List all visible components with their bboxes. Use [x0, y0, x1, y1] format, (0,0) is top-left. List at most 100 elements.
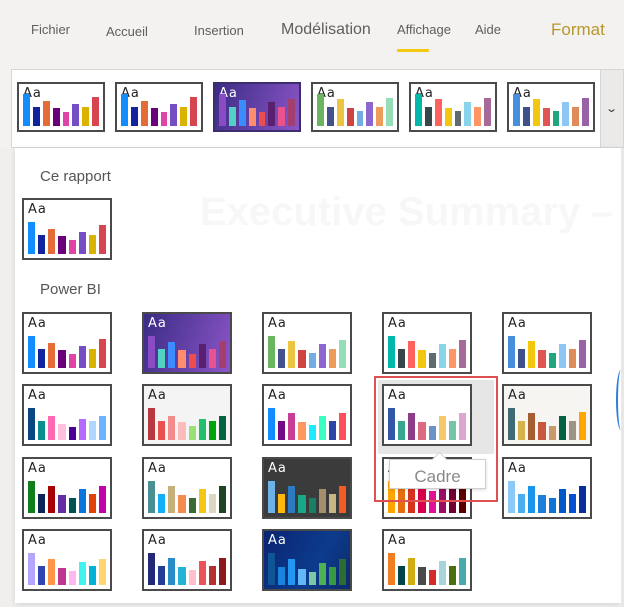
theme-this-report[interactable]: Aa — [22, 198, 112, 260]
theme-color-swatch — [78, 345, 86, 368]
theme-color-swatch — [418, 422, 426, 440]
theme-power-bi-7[interactable]: Aa — [142, 384, 232, 446]
theme-power-bi-15[interactable]: Aa — [502, 457, 592, 519]
theme-color-swatch — [408, 412, 416, 440]
theme-power-bi-13[interactable]: Aa — [262, 457, 352, 519]
theme-color-swatch — [98, 416, 106, 440]
tab-modelisation[interactable]: Modélisation — [281, 21, 371, 39]
theme-color-swatch — [328, 349, 336, 368]
theme-power-bi-11[interactable]: Aa — [22, 457, 112, 519]
theme-color-swatch — [308, 424, 316, 440]
theme-color-swatches — [388, 553, 466, 585]
theme-color-swatch — [98, 339, 106, 368]
theme-power-bi-4[interactable]: Aa — [382, 312, 472, 374]
theme-color-swatch — [398, 421, 406, 440]
theme-color-swatch — [92, 97, 99, 126]
theme-color-swatch — [568, 493, 576, 513]
theme-color-swatch — [572, 107, 580, 126]
theme-color-swatch — [428, 352, 436, 368]
strip-theme-4[interactable]: Aa — [311, 82, 399, 132]
theme-color-swatch — [190, 97, 197, 126]
theme-power-bi-16[interactable]: Aa — [22, 529, 112, 591]
theme-color-swatches — [317, 94, 393, 126]
theme-color-swatch — [42, 101, 50, 126]
theme-color-swatch — [23, 94, 30, 126]
theme-color-swatch — [158, 420, 166, 440]
theme-power-bi-17[interactable]: Aa — [142, 529, 232, 591]
theme-color-swatch — [268, 102, 276, 126]
theme-color-swatch — [268, 408, 276, 440]
theme-color-swatch — [208, 420, 216, 440]
theme-power-bi-5[interactable]: Aa — [502, 312, 592, 374]
theme-color-swatch — [398, 348, 406, 368]
theme-font-sample: Aa — [148, 533, 167, 548]
theme-color-swatch — [346, 108, 354, 126]
tab-aide[interactable]: Aide — [475, 22, 501, 37]
theme-power-bi-8[interactable]: Aa — [262, 384, 352, 446]
tab-fichier[interactable]: Fichier — [31, 22, 70, 37]
theme-power-bi-10[interactable]: Aa — [502, 384, 592, 446]
theme-color-swatch — [28, 336, 36, 368]
theme-power-bi-2[interactable]: Aa — [142, 312, 232, 374]
theme-color-swatch — [532, 98, 540, 126]
theme-power-bi-12[interactable]: Aa — [142, 457, 232, 519]
theme-color-swatch — [78, 231, 86, 254]
theme-cadre[interactable]: Aa — [382, 384, 472, 446]
tab-accueil[interactable]: Accueil — [106, 24, 148, 39]
theme-color-swatches — [508, 336, 586, 368]
theme-font-sample: Aa — [28, 388, 47, 403]
theme-color-swatch — [228, 107, 236, 126]
tab-format[interactable]: Format — [551, 20, 605, 40]
theme-color-swatch — [318, 416, 326, 440]
tab-insertion[interactable]: Insertion — [194, 23, 244, 38]
theme-color-swatch — [88, 493, 96, 513]
theme-color-swatch — [508, 408, 516, 440]
active-tab-indicator — [397, 49, 429, 52]
theme-color-swatch — [338, 412, 346, 440]
theme-color-swatch — [428, 569, 436, 585]
theme-power-bi-6[interactable]: Aa — [22, 384, 112, 446]
theme-color-swatch — [288, 98, 295, 126]
theme-power-bi-3[interactable]: Aa — [262, 312, 352, 374]
theme-font-sample: Aa — [508, 316, 527, 331]
strip-theme-2[interactable]: Aa — [115, 82, 203, 132]
theme-color-swatches — [219, 94, 295, 126]
tab-affichage[interactable]: Affichage — [397, 22, 451, 37]
theme-power-bi-1[interactable]: Aa — [22, 312, 112, 374]
theme-color-swatch — [578, 485, 586, 513]
theme-font-sample: Aa — [268, 316, 287, 331]
theme-color-swatch — [258, 111, 266, 126]
theme-color-swatch — [198, 561, 206, 585]
theme-font-sample: Aa — [28, 316, 47, 331]
theme-font-sample: Aa — [268, 533, 287, 548]
theme-power-bi-18[interactable]: Aa — [262, 529, 352, 591]
theme-font-sample: Aa — [388, 533, 407, 548]
theme-font-sample: Aa — [28, 533, 47, 548]
theme-color-swatch — [388, 336, 396, 368]
theme-color-swatch — [434, 98, 442, 126]
strip-theme-5[interactable]: Aa — [409, 82, 497, 132]
theme-color-swatch — [513, 94, 520, 126]
theme-color-swatch — [508, 481, 516, 513]
theme-font-sample: Aa — [148, 316, 167, 331]
theme-color-swatches — [28, 222, 106, 254]
theme-color-swatch — [98, 225, 106, 254]
theme-color-swatch — [578, 411, 586, 440]
strip-theme-3[interactable]: Aa — [213, 82, 301, 132]
theme-color-swatch — [458, 412, 466, 440]
theme-color-swatch — [148, 336, 156, 368]
theme-color-swatch — [528, 340, 536, 368]
theme-power-bi-19[interactable]: Aa — [382, 529, 472, 591]
theme-color-swatch — [582, 97, 589, 126]
theme-color-swatch — [248, 108, 256, 126]
theme-color-swatch — [158, 565, 166, 585]
theme-color-swatch — [508, 336, 516, 368]
gallery-expand-button[interactable]: ⌄ — [601, 69, 624, 148]
theme-color-swatch — [288, 485, 296, 513]
theme-color-swatch — [278, 567, 286, 585]
theme-color-swatch — [415, 94, 422, 126]
theme-color-swatch — [58, 424, 66, 440]
strip-theme-1[interactable]: Aa — [17, 82, 105, 132]
strip-theme-6[interactable]: Aa — [507, 82, 595, 132]
theme-color-swatch — [418, 489, 426, 513]
